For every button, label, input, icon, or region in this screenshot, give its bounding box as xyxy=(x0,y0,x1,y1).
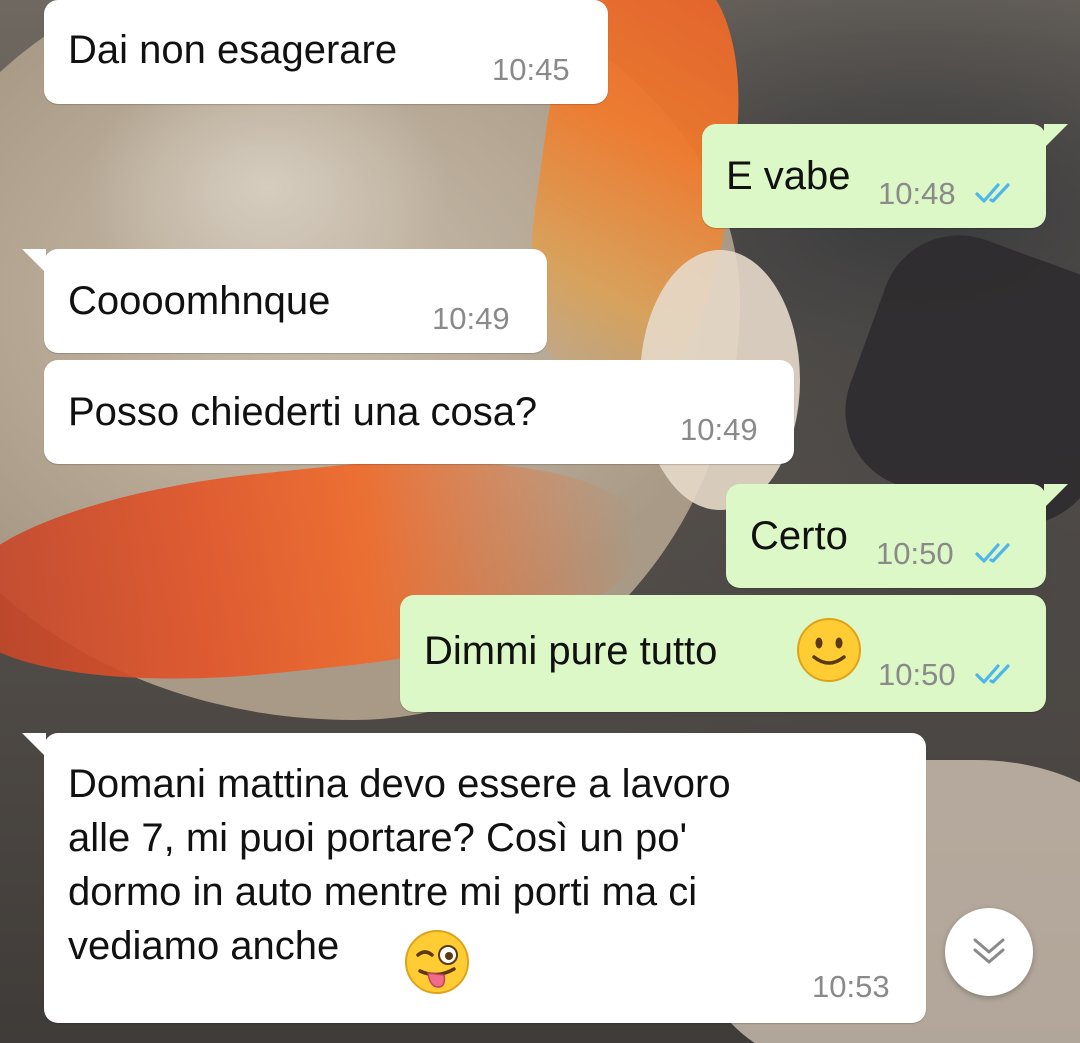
message-text: Dai non esagerare xyxy=(68,28,398,72)
outgoing-message[interactable]: E vabe 10:48 xyxy=(702,124,1068,228)
slightly-smiling-face-icon xyxy=(797,618,861,682)
incoming-message[interactable]: Coooomhnque 10:49 xyxy=(22,249,547,353)
winking-face-with-tongue-icon xyxy=(405,930,469,994)
message-time: 10:50 xyxy=(878,657,956,692)
message-time: 10:49 xyxy=(680,412,758,447)
incoming-message[interactable]: Domani mattina devo essere a lavoro alle… xyxy=(22,733,926,1023)
message-time: 10:50 xyxy=(876,536,954,571)
message-line: dormo in auto mentre mi porti ma ci xyxy=(68,870,698,914)
outgoing-message[interactable]: Certo 10:50 xyxy=(726,484,1068,588)
outgoing-message[interactable]: Dimmi pure tutto 10:50 xyxy=(400,595,1046,712)
message-text: Posso chiederti una cosa? xyxy=(68,390,538,434)
message-line: vediamo anche xyxy=(68,924,340,968)
read-receipt-icon xyxy=(975,183,1010,203)
read-receipt-icon xyxy=(975,664,1010,684)
message-line: alle 7, mi puoi portare? Così un po' xyxy=(68,816,688,860)
message-text: E vabe xyxy=(726,154,851,198)
message-time: 10:49 xyxy=(432,301,510,336)
double-chevron-down-icon xyxy=(973,938,1005,964)
message-text: Dimmi pure tutto xyxy=(424,629,718,673)
message-text: Certo xyxy=(750,514,848,558)
message-time: 10:53 xyxy=(812,969,890,1004)
incoming-message[interactable]: Dai non esagerare 10:45 xyxy=(44,0,608,104)
message-text: Coooomhnque xyxy=(68,279,331,323)
message-text: Domani mattina devo essere a lavoro alle… xyxy=(68,757,908,973)
message-time: 10:48 xyxy=(878,176,956,211)
incoming-message[interactable]: Posso chiederti una cosa? 10:49 xyxy=(44,360,794,464)
scroll-to-bottom-button[interactable] xyxy=(945,908,1033,996)
message-line: Domani mattina devo essere a lavoro xyxy=(68,762,731,806)
message-time: 10:45 xyxy=(492,52,570,87)
read-receipt-icon xyxy=(975,543,1010,563)
